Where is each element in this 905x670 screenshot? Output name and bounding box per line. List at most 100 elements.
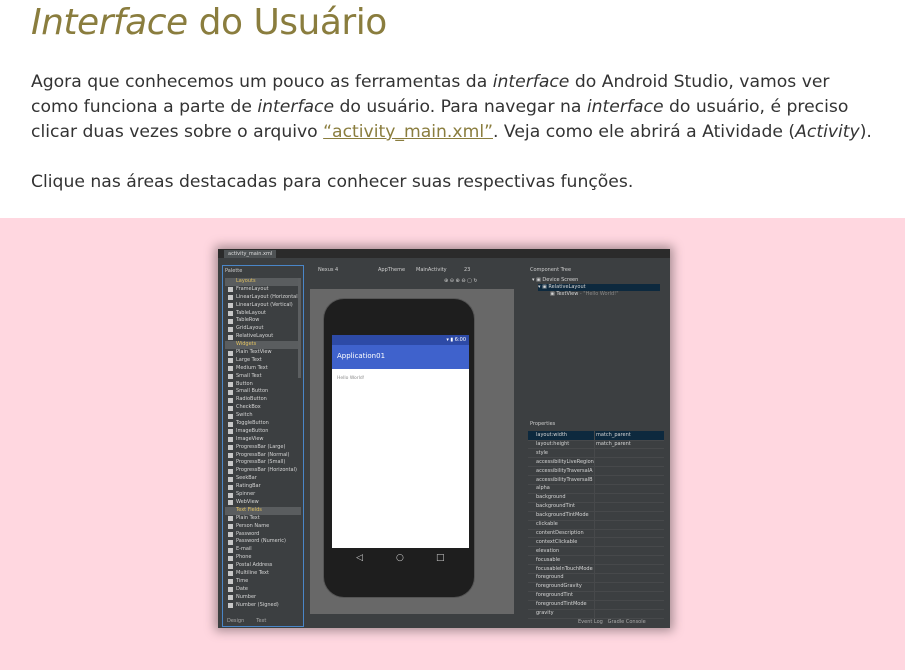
palette-item[interactable]: FrameLayout xyxy=(225,286,301,294)
wifi-icon: ▾ ▮ xyxy=(446,337,455,343)
palette-item[interactable]: Postal Address xyxy=(225,562,301,570)
editor-tab-strip: activity_main.xml xyxy=(218,249,670,258)
palette-item[interactable]: Number xyxy=(225,594,301,602)
app-bar: Application01 xyxy=(332,345,469,369)
property-key: accessibilityTraversalA xyxy=(536,467,593,474)
palette-category[interactable]: Text Fields xyxy=(225,506,301,515)
palette-item[interactable]: Button xyxy=(225,381,301,389)
theme-selector[interactable]: AppTheme xyxy=(378,267,405,273)
palette-item[interactable]: Large Text xyxy=(225,357,301,365)
palette-item[interactable]: Plain Text xyxy=(225,515,301,523)
property-row[interactable]: gravity xyxy=(528,609,664,619)
palette-item[interactable]: SeekBar xyxy=(225,475,301,483)
palette-item[interactable]: LinearLayout (Horizontal) xyxy=(225,294,301,302)
palette-item[interactable]: ProgressBar (Normal) xyxy=(225,452,301,460)
component-tree-title: Component Tree xyxy=(530,267,572,273)
intro-text: ). xyxy=(859,122,872,142)
palette-scrollbar[interactable] xyxy=(298,278,301,378)
zoom-icons[interactable]: ⊕ ⊖ ⊕ ⊖ ▢ ↻ xyxy=(444,278,478,284)
api-selector[interactable]: 23 xyxy=(464,267,470,273)
palette-item[interactable]: ProgressBar (Large) xyxy=(225,444,301,452)
palette-panel[interactable]: Palette Layouts FrameLayout LinearLayout (… xyxy=(222,265,304,627)
design-canvas[interactable]: ▾ ▮ 6:00 Application01 Hello World! ◁ ○ … xyxy=(310,289,514,614)
palette-item[interactable]: Spinner xyxy=(225,491,301,499)
property-divider xyxy=(594,546,595,556)
property-key: accessibilityTraversalB xyxy=(536,476,593,483)
tree-item-relativelayout[interactable]: ▾ ▣ RelativeLayout xyxy=(538,284,660,291)
palette-item[interactable]: ProgressBar (Small) xyxy=(225,459,301,467)
design-tab[interactable]: Design xyxy=(227,618,244,624)
property-divider xyxy=(594,484,595,493)
property-key: backgroundTintMode xyxy=(536,512,589,519)
properties-panel[interactable]: Properties layout:width match_parent layou… xyxy=(528,419,668,625)
tree-item-textview[interactable]: ▣ TextView - "Hello World!" xyxy=(550,291,619,298)
hello-textview[interactable]: Hello World! xyxy=(337,376,365,381)
property-divider xyxy=(594,528,595,538)
palette-item[interactable]: Password xyxy=(225,531,301,539)
palette-item[interactable]: LinearLayout (Vertical) xyxy=(225,302,301,310)
palette-title: Palette xyxy=(225,268,243,274)
property-divider xyxy=(594,573,595,582)
phone-screen[interactable]: ▾ ▮ 6:00 Application01 Hello World! ◁ ○ … xyxy=(332,335,469,568)
palette-item[interactable]: CheckBox xyxy=(225,404,301,412)
property-divider xyxy=(594,511,595,520)
palette-item[interactable]: Small Button xyxy=(225,388,301,396)
palette-item[interactable]: RelativeLayout xyxy=(225,333,301,341)
intro-text: Agora que conhecemos um pouco as ferrame… xyxy=(31,72,493,92)
device-selector[interactable]: Nexus 4 xyxy=(318,267,338,273)
phone-nav-bar: ◁ ○ □ xyxy=(332,548,469,568)
event-log-button[interactable]: Event Log xyxy=(578,619,603,625)
palette-item[interactable]: Multiline Text xyxy=(225,570,301,578)
property-key: foregroundGravity xyxy=(536,583,582,590)
activity-selector[interactable]: MainActivity xyxy=(416,267,447,273)
gradle-console-button[interactable]: Gradle Console xyxy=(608,619,646,625)
palette-item[interactable]: ImageView xyxy=(225,436,301,444)
palette-item[interactable]: Small Text xyxy=(225,373,301,381)
palette-item[interactable]: Switch xyxy=(225,412,301,420)
text-tab[interactable]: Text xyxy=(256,618,266,624)
intro-emphasis: Activity xyxy=(795,122,860,142)
activity-main-link[interactable]: “activity_main.xml” xyxy=(323,122,493,142)
file-tab[interactable]: activity_main.xml xyxy=(224,250,277,258)
property-key: accessibilityLiveRegion xyxy=(536,458,594,465)
property-divider xyxy=(594,520,595,529)
page-title: Interface do Usuário xyxy=(31,2,387,43)
palette-item[interactable]: Date xyxy=(225,586,301,594)
property-divider xyxy=(594,555,595,565)
palette-item[interactable]: ProgressBar (Horizontal) xyxy=(225,467,301,475)
tree-item-device-screen[interactable]: ▾ ▣ Device Screen xyxy=(532,277,578,284)
phone-frame: ▾ ▮ 6:00 Application01 Hello World! ◁ ○ … xyxy=(324,299,474,597)
property-value[interactable]: match_parent xyxy=(596,431,631,440)
property-key: focusable xyxy=(536,556,561,563)
property-key: layout:height xyxy=(536,440,570,447)
palette-item[interactable]: RadioButton xyxy=(225,396,301,404)
palette-item[interactable]: Person Name xyxy=(225,523,301,531)
palette-item[interactable]: ImageButton xyxy=(225,428,301,436)
palette-item[interactable]: ToggleButton xyxy=(225,420,301,428)
property-key: backgroundTint xyxy=(536,503,575,510)
palette-item[interactable]: Phone xyxy=(225,554,301,562)
palette-item[interactable]: RatingBar xyxy=(225,483,301,491)
palette-item[interactable]: Time xyxy=(225,578,301,586)
palette-item[interactable]: WebView xyxy=(225,499,301,507)
property-key: clickable xyxy=(536,521,558,527)
bottom-status-bar: Event Log Gradle Console xyxy=(578,619,646,625)
property-divider xyxy=(594,537,595,547)
palette-item[interactable]: Medium Text xyxy=(225,365,301,373)
component-tree-panel[interactable]: Component Tree ▾ ▣ Device Screen ▾ ▣ Rel… xyxy=(528,265,668,415)
palette-item[interactable]: TableRow xyxy=(225,317,301,325)
android-studio-screenshot: activity_main.xml Palette Layouts FrameLa… xyxy=(218,249,670,628)
property-divider xyxy=(594,475,595,484)
palette-item[interactable]: TableLayout xyxy=(225,310,301,318)
palette-category[interactable]: Layouts xyxy=(225,278,301,286)
palette-item[interactable]: E-mail xyxy=(225,546,301,554)
palette-item[interactable]: Number (Signed) xyxy=(225,602,301,610)
property-value[interactable]: match_parent xyxy=(596,440,631,449)
intro-emphasis: interface xyxy=(257,97,335,117)
palette-item[interactable]: GridLayout xyxy=(225,325,301,333)
intro-emphasis: interface xyxy=(492,72,570,92)
palette-item[interactable]: Password (Numeric) xyxy=(225,538,301,546)
title-rest: do Usuário xyxy=(187,2,388,43)
palette-category[interactable]: Widgets xyxy=(225,341,301,350)
palette-item[interactable]: Plain TextView xyxy=(225,349,301,357)
